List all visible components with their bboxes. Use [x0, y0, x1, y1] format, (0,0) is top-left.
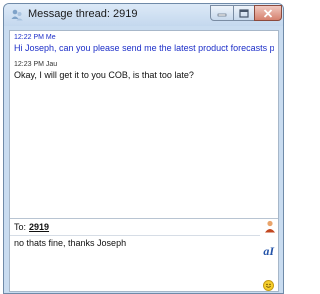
minimize-button[interactable]: [210, 5, 234, 21]
message-meta: 12:23 PM Jau: [14, 61, 58, 68]
message-window: Message thread: 2919 12:22 PM Me Hi Jose…: [3, 3, 284, 294]
compose-input[interactable]: no thats fine, thanks Joseph: [10, 235, 260, 290]
people-icon: [11, 9, 23, 21]
maximize-icon: [239, 8, 249, 18]
font-icon[interactable]: aI: [263, 244, 274, 259]
smiley-face: [266, 283, 271, 288]
message-item: 12:23 PM Jau Okay, I will get it to you …: [14, 60, 274, 81]
conversation-pane: 12:22 PM Me Hi Joseph, can you please se…: [9, 30, 279, 292]
message-text: Hi Joseph, can you please send me the la…: [14, 43, 274, 53]
close-icon: [263, 8, 273, 18]
divider: [10, 218, 278, 219]
recipient-row: To: 2919: [10, 220, 278, 234]
message-meta: 12:22 PM Me: [14, 34, 56, 41]
smiley-icon[interactable]: [263, 280, 274, 291]
minimize-icon: [217, 13, 227, 17]
title-bar[interactable]: Message thread: 2919: [4, 4, 283, 26]
recipient-label: To:: [14, 222, 27, 232]
message-item: 12:22 PM Me Hi Joseph, can you please se…: [14, 33, 274, 54]
recipient-link[interactable]: 2919: [29, 222, 49, 232]
person-icon[interactable]: [264, 220, 276, 233]
window-title: Message thread: 2919: [28, 8, 138, 20]
maximize-button[interactable]: [233, 5, 255, 21]
close-button[interactable]: [254, 5, 282, 21]
message-text: Okay, I will get it to you COB, is that …: [14, 70, 194, 80]
message-history[interactable]: 12:22 PM Me Hi Joseph, can you please se…: [10, 31, 278, 215]
